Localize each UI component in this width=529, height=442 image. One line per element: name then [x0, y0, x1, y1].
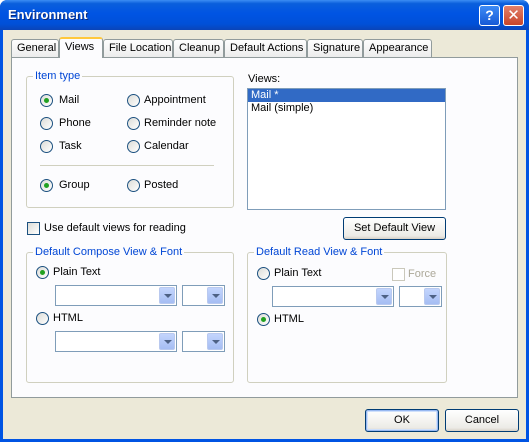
views-listbox[interactable]: Mail * Mail (simple) [247, 88, 446, 210]
force-checkbox[interactable] [392, 268, 405, 281]
dialog-client-area: General Views File Location Cleanup Defa… [3, 30, 526, 439]
close-button[interactable]: ✕ [503, 5, 524, 26]
phone-label: Phone [59, 117, 91, 129]
posted-radio[interactable] [127, 179, 140, 192]
compose-html-font-combo[interactable] [55, 331, 177, 352]
window-title: Environment [8, 7, 88, 22]
use-default-views-checkbox[interactable] [27, 222, 40, 235]
read-html-radio[interactable] [257, 313, 270, 326]
ok-button[interactable]: OK [365, 409, 439, 432]
use-default-views-label: Use default views for reading [44, 222, 186, 234]
chevron-down-icon[interactable] [207, 287, 223, 304]
title-bar[interactable]: Environment ? ✕ [0, 0, 529, 30]
environment-dialog: Environment ? ✕ General Views File Locat… [0, 0, 529, 442]
tab-cleanup[interactable]: Cleanup [173, 39, 224, 57]
task-label: Task [59, 140, 82, 152]
appointment-radio[interactable] [127, 94, 140, 107]
posted-label: Posted [144, 179, 179, 191]
compose-plain-text-radio[interactable] [36, 266, 49, 279]
group-radio[interactable] [40, 179, 53, 192]
chevron-down-icon[interactable] [159, 333, 175, 350]
read-font-combo[interactable] [272, 286, 394, 307]
read-size-combo[interactable] [399, 286, 442, 307]
reminder-note-radio[interactable] [127, 117, 140, 130]
help-button[interactable]: ? [479, 5, 500, 26]
calendar-radio[interactable] [127, 140, 140, 153]
reminder-note-label: Reminder note [144, 117, 217, 129]
read-legend: Default Read View & Font [254, 246, 385, 258]
appointment-label: Appointment [144, 94, 206, 106]
chevron-down-icon[interactable] [207, 333, 223, 350]
compose-plain-text-label: Plain Text [53, 266, 101, 278]
phone-radio[interactable] [40, 117, 53, 130]
read-html-label: HTML [274, 313, 304, 325]
compose-html-size-combo[interactable] [182, 331, 225, 352]
compose-html-label: HTML [53, 312, 83, 324]
chevron-down-icon[interactable] [424, 288, 440, 305]
read-plain-text-label: Plain Text [274, 267, 322, 279]
views-list-item[interactable]: Mail * [248, 89, 445, 102]
task-radio[interactable] [40, 140, 53, 153]
compose-legend: Default Compose View & Font [33, 246, 185, 258]
tab-signature[interactable]: Signature [307, 39, 363, 57]
tab-file-location[interactable]: File Location [103, 39, 173, 57]
force-label: Force [408, 268, 437, 280]
help-icon: ? [485, 7, 494, 23]
mail-label: Mail [59, 94, 80, 106]
read-plain-text-radio[interactable] [257, 267, 270, 280]
set-default-view-button[interactable]: Set Default View [343, 217, 446, 240]
read-group: Default Read View & Font Plain Text Forc… [247, 246, 447, 383]
chevron-down-icon[interactable] [376, 288, 392, 305]
views-list-item[interactable]: Mail (simple) [248, 102, 445, 115]
compose-group: Default Compose View & Font Plain Text H… [26, 246, 234, 383]
views-label: Views: [248, 73, 281, 85]
compose-plain-size-combo[interactable] [182, 285, 225, 306]
group-label: Group [59, 179, 90, 191]
chevron-down-icon[interactable] [159, 287, 175, 304]
item-type-separator [40, 165, 214, 166]
tab-views[interactable]: Views [59, 37, 103, 58]
tab-appearance[interactable]: Appearance [363, 39, 432, 57]
cancel-button[interactable]: Cancel [445, 409, 519, 432]
close-icon: ✕ [507, 7, 520, 24]
tab-general[interactable]: General [11, 39, 59, 57]
views-tab-panel: Item type Mail Appointment Phone Reminde… [11, 57, 518, 398]
item-type-group: Item type Mail Appointment Phone Reminde… [26, 70, 234, 208]
calendar-label: Calendar [144, 140, 189, 152]
compose-plain-font-combo[interactable] [55, 285, 177, 306]
item-type-legend: Item type [33, 70, 83, 82]
mail-radio[interactable] [40, 94, 53, 107]
tab-default-actions[interactable]: Default Actions [224, 39, 307, 57]
compose-html-radio[interactable] [36, 312, 49, 325]
